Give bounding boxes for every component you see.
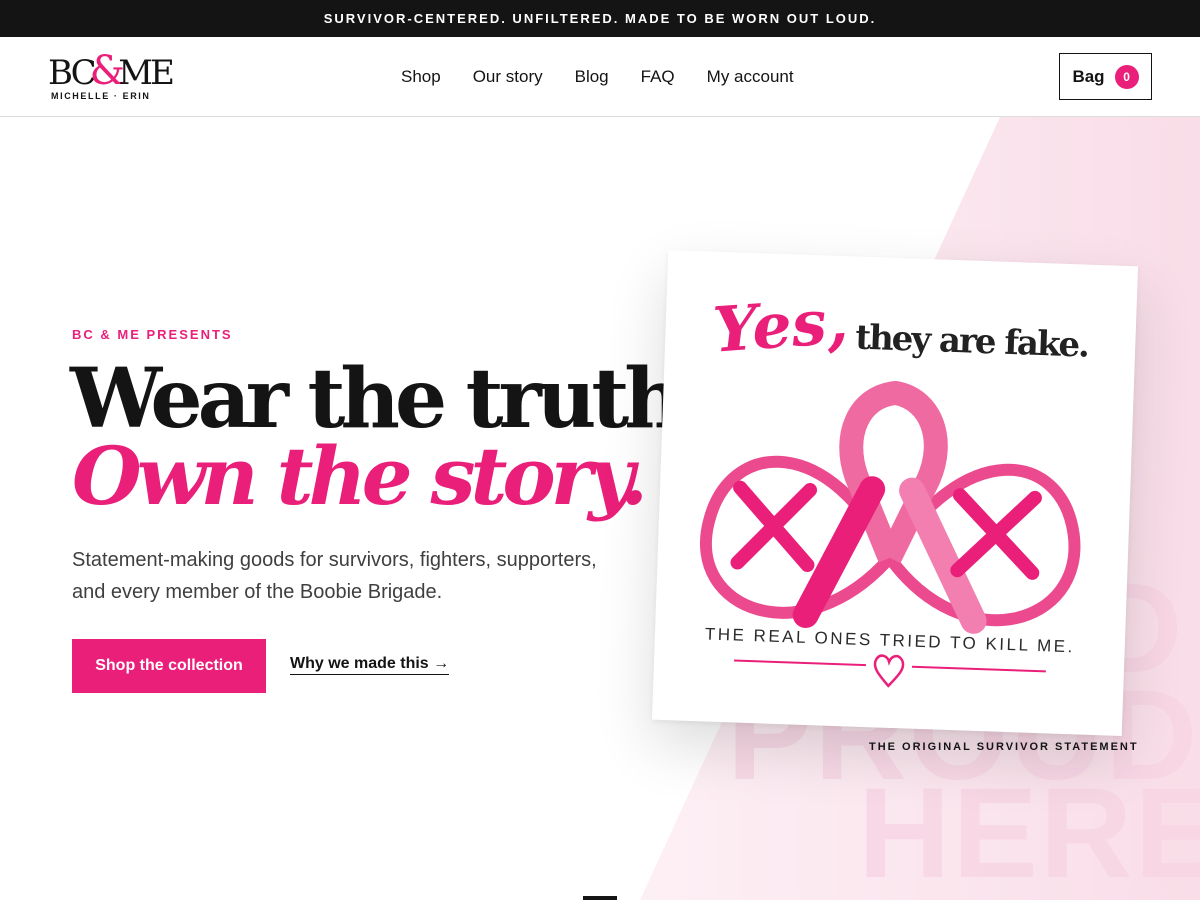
scroll-indicator [583,896,617,900]
announcement-text: SURVIVOR-CENTERED. UNFILTERED. MADE TO B… [323,11,877,26]
product-artwork: Yes, they are fake. THE REAL ONES TRIED … [700,284,1089,688]
artwork-subline: THE REAL ONES TRIED TO KILL ME. [705,624,1075,656]
nav-item-my-account[interactable]: My account [707,67,794,87]
logo-left: BC [48,53,97,93]
artwork-tagline: they are fake. [855,318,1089,366]
site-header: BC & ME MICHELLE · ERIN Shop Our story Blo… [0,37,1200,117]
ghost-word-3: HERE [858,762,1200,900]
x-mark-right-icon [950,488,1042,580]
bag-button[interactable]: Bag 0 [1059,53,1152,100]
x-mark-left-icon [730,480,818,572]
artwork-divider-right [911,665,1046,673]
nav-item-shop[interactable]: Shop [401,67,441,87]
bag-label: Bag [1072,66,1105,86]
artwork-divider-left [734,659,867,667]
nav-item-blog[interactable]: Blog [575,67,609,87]
bag-count-badge: 0 [1114,64,1139,89]
why-we-made-this-link[interactable]: Why we made this → [290,655,450,675]
announcement-bar: SURVIVOR-CENTERED. UNFILTERED. MADE TO B… [0,0,1200,37]
hero-headline-accent: Own the story. [72,429,648,523]
logo-subtitle: MICHELLE · ERIN [51,91,151,101]
logo[interactable]: BC & ME MICHELLE · ERIN [48,51,175,103]
heart-icon [873,654,905,688]
logo-wordmark: BC & ME [48,51,175,93]
shop-collection-button[interactable]: Shop the collection [72,639,266,693]
logo-right: ME [118,53,175,93]
hero-lead: Statement-making goods for survivors, fi… [72,549,597,603]
product-card-caption: THE ORIGINAL SURVIVOR STATEMENT [869,741,1139,753]
nav-item-our-story[interactable]: Our story [473,67,543,87]
hero-eyebrow: BC & ME PRESENTS [72,327,233,342]
artwork-script-word: Yes, [711,284,851,366]
main-nav: Shop Our story Blog FAQ My account [401,37,794,117]
nav-item-faq[interactable]: FAQ [641,67,675,87]
product-card[interactable]: Yes, they are fake. THE REAL ONES TRIED … [651,249,1139,737]
